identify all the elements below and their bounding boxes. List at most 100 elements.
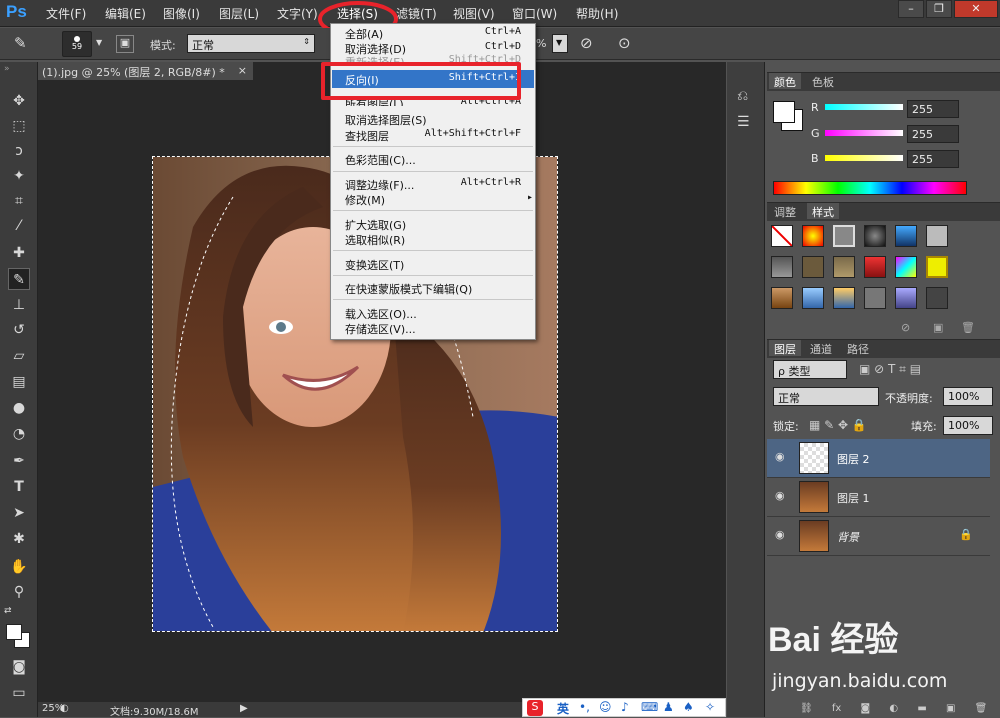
chevron-down-icon[interactable]: ▼: [96, 38, 102, 47]
swap-colors-icon[interactable]: ⇄: [4, 606, 12, 616]
magic-wand-icon[interactable]: ✦: [8, 165, 30, 187]
group-icon[interactable]: ▬: [917, 703, 926, 714]
menu-layer[interactable]: 图层(L): [219, 5, 259, 22]
wrench-icon[interactable]: ✧: [705, 700, 715, 714]
brush-tool-icon-active[interactable]: ✎: [8, 268, 30, 290]
adjustment-icon[interactable]: ◐: [889, 703, 898, 714]
channel-r-value[interactable]: 255: [907, 100, 959, 118]
properties-panel-icon[interactable]: ☰: [737, 114, 750, 130]
move-tool-icon[interactable]: ✥: [8, 90, 30, 112]
style-swatch[interactable]: [802, 225, 824, 247]
healing-brush-icon[interactable]: ✚: [8, 242, 30, 264]
quick-mask-icon[interactable]: ◙: [8, 656, 30, 678]
menu-item-save-selection[interactable]: 存储选区(V)...: [345, 321, 535, 336]
menu-image[interactable]: 图像(I): [163, 5, 200, 22]
channel-g-value[interactable]: 255: [907, 125, 959, 143]
filter-type-icons[interactable]: ▣ ⊘ T ⌗ ▤: [859, 362, 921, 377]
menu-item-modify[interactable]: 修改(M) ▸: [345, 192, 535, 207]
pen-tool-icon[interactable]: ✒: [8, 450, 30, 472]
stamp-tool-icon[interactable]: ⊥: [8, 294, 30, 316]
eye-icon[interactable]: ◉: [775, 450, 789, 463]
layer-row[interactable]: ◉ 图层 1: [767, 478, 990, 517]
flow-dropdown[interactable]: ▼: [552, 34, 568, 53]
tab-layers[interactable]: 图层: [769, 340, 801, 356]
menu-item-quick-mask[interactable]: 在快速蒙版模式下编辑(Q): [345, 281, 535, 296]
dodge-tool-icon[interactable]: ◔: [8, 423, 30, 445]
new-style-icon[interactable]: ▣: [933, 321, 943, 334]
minimize-button[interactable]: –: [898, 0, 924, 18]
mode-select[interactable]: 正常 ⇕: [187, 34, 315, 53]
style-swatch[interactable]: [864, 225, 886, 247]
marquee-tool-icon[interactable]: ⬚: [8, 115, 30, 137]
foreground-color[interactable]: [6, 624, 22, 640]
menu-item-color-range[interactable]: 色彩范围(C)...: [345, 152, 535, 167]
shape-tool-icon[interactable]: ✱: [8, 528, 30, 550]
style-swatch[interactable]: [895, 287, 917, 309]
brush-preset-picker[interactable]: 59: [62, 31, 92, 57]
layer-filter-select[interactable]: ρ 类型: [773, 360, 847, 379]
menu-edit[interactable]: 编辑(E): [105, 5, 146, 22]
blur-tool-icon[interactable]: ●: [8, 397, 30, 419]
brush-tool-icon[interactable]: ✎: [14, 34, 27, 52]
lock-icons[interactable]: ▦ ✎ ✥ 🔒: [809, 418, 867, 432]
close-tab-icon[interactable]: ×: [238, 64, 247, 77]
menu-type[interactable]: 文字(Y): [277, 5, 318, 22]
style-swatch[interactable]: [771, 256, 793, 278]
color-spectrum[interactable]: [773, 181, 967, 195]
channel-b-value[interactable]: 255: [907, 150, 959, 168]
menu-item-deselect-layers[interactable]: 取消选择图层(S): [345, 112, 535, 127]
tab-swatches[interactable]: 色板: [807, 73, 839, 89]
menu-item-similar[interactable]: 选取相似(R): [345, 232, 535, 247]
eye-icon[interactable]: ◉: [775, 489, 789, 502]
keyboard-icon[interactable]: ⌨: [641, 700, 658, 714]
menu-help[interactable]: 帮助(H): [576, 5, 618, 22]
pressure-icon[interactable]: ⊙: [618, 34, 631, 52]
document-tab[interactable]: (1).jpg @ 25% (图层 2, RGB/8#) * ×: [38, 62, 253, 80]
trash-icon[interactable]: 🗑: [961, 321, 975, 334]
style-swatch[interactable]: [864, 256, 886, 278]
crop-tool-icon[interactable]: ⌗: [8, 190, 30, 212]
tab-styles[interactable]: 样式: [807, 203, 839, 219]
menu-item-all[interactable]: 全部(A) Ctrl+A: [345, 26, 535, 41]
restore-button[interactable]: ❐: [926, 0, 952, 18]
menu-item-refine-edge[interactable]: 调整边缘(F)... Alt+Ctrl+R: [345, 177, 535, 192]
path-select-icon[interactable]: ➤: [8, 502, 30, 524]
style-swatch[interactable]: [833, 256, 855, 278]
style-swatch[interactable]: [771, 287, 793, 309]
menu-item-transform-selection[interactable]: 变换选区(T): [345, 257, 535, 272]
channel-r-slider[interactable]: [825, 104, 903, 110]
blend-mode-select[interactable]: 正常: [773, 387, 879, 406]
history-panel-icon[interactable]: ⎌: [737, 88, 748, 104]
style-swatch[interactable]: [895, 256, 917, 278]
style-swatch[interactable]: [864, 287, 886, 309]
zoom-tool-icon[interactable]: ⚲: [8, 581, 30, 603]
ime-lang[interactable]: 英: [557, 700, 569, 717]
emoji-icon[interactable]: ☺: [599, 700, 612, 714]
menu-item-load-selection[interactable]: 载入选区(O)...: [345, 306, 535, 321]
eye-icon[interactable]: ◉: [775, 528, 789, 541]
style-swatch[interactable]: [926, 256, 948, 278]
eraser-tool-icon[interactable]: ▱: [8, 345, 30, 367]
eyedropper-icon[interactable]: ⁄: [8, 215, 30, 237]
close-button[interactable]: ✕: [954, 0, 998, 18]
gradient-tool-icon[interactable]: ▤: [8, 371, 30, 393]
punct-icon[interactable]: •,: [579, 700, 590, 714]
layer-name[interactable]: 图层 1: [837, 490, 870, 506]
type-tool-icon[interactable]: T: [8, 476, 30, 498]
link-icon[interactable]: ⛓: [800, 703, 813, 714]
new-layer-icon[interactable]: ▣: [946, 703, 955, 714]
airbrush-icon[interactable]: ⊘: [580, 34, 593, 52]
style-swatch[interactable]: [833, 225, 855, 247]
style-swatch[interactable]: [895, 225, 917, 247]
lasso-tool-icon[interactable]: ↄ: [8, 140, 30, 162]
fx-icon[interactable]: fx: [832, 703, 841, 714]
clear-style-icon[interactable]: ⊘: [901, 321, 910, 334]
mask-icon[interactable]: ◙: [861, 703, 871, 714]
style-swatch[interactable]: [926, 225, 948, 247]
trash-icon[interactable]: 🗑: [975, 703, 988, 714]
mic-icon[interactable]: ♪: [621, 700, 629, 714]
layer-name[interactable]: 背景: [837, 529, 859, 545]
tab-adjustments[interactable]: 调整: [769, 203, 801, 219]
style-swatch[interactable]: [926, 287, 948, 309]
fill-input[interactable]: 100%: [943, 416, 993, 435]
